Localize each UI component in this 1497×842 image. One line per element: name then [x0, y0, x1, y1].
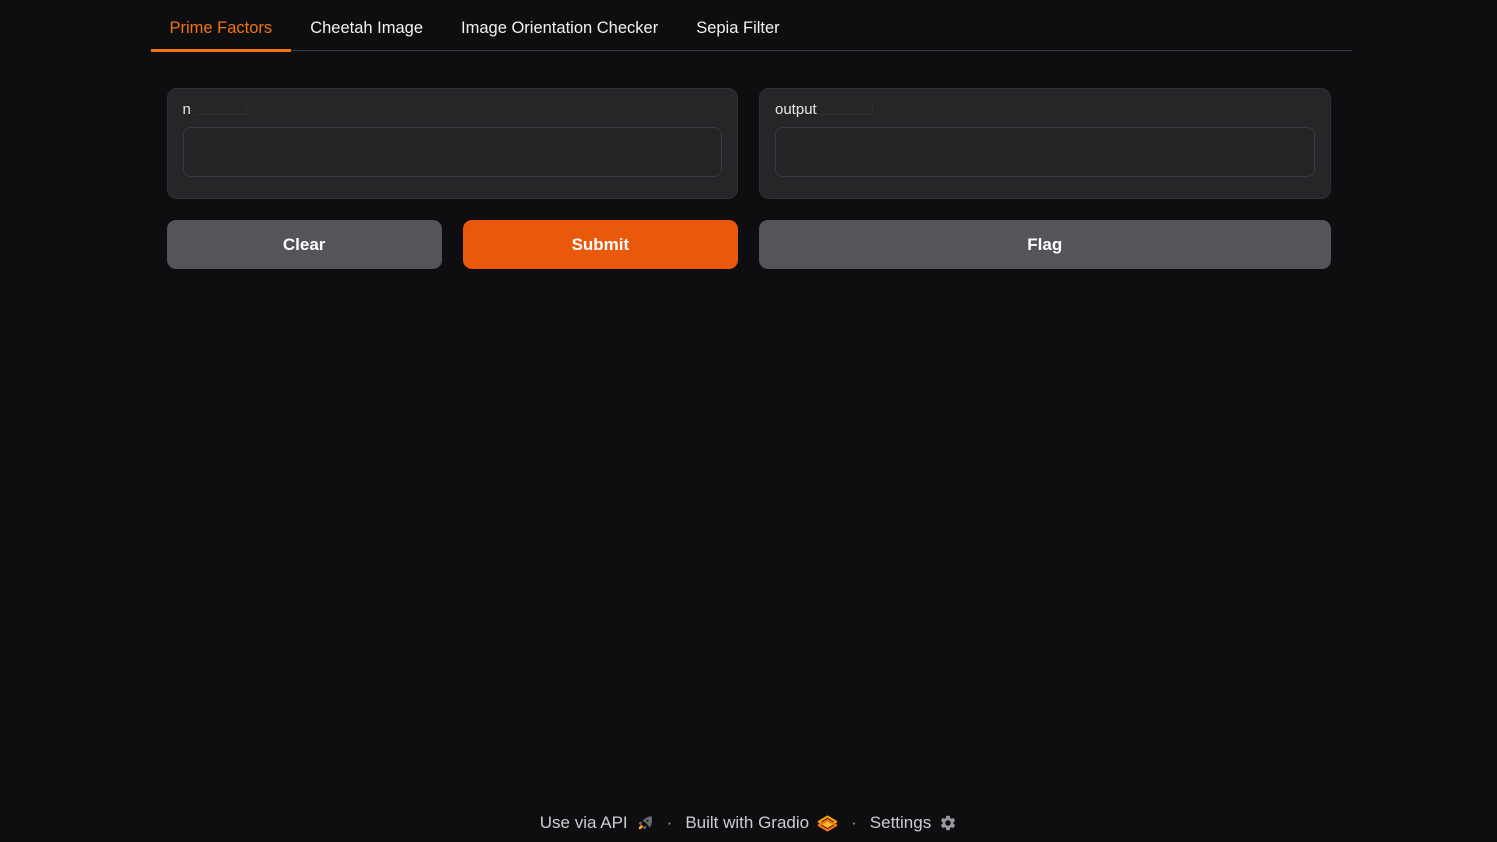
use-via-api-label: Use via API	[540, 813, 628, 833]
label-ghost	[195, 105, 247, 115]
gear-icon	[939, 814, 957, 832]
footer-separator: ·	[663, 813, 677, 833]
built-with-gradio-label: Built with Gradio	[685, 813, 809, 833]
output-field[interactable]	[775, 127, 1315, 177]
n-input[interactable]	[183, 127, 723, 177]
io-row: n output	[167, 88, 1331, 199]
rocket-icon	[636, 814, 654, 832]
clear-button[interactable]: Clear	[167, 220, 442, 269]
input-panel: n	[167, 88, 739, 199]
gradio-app: Prime Factors Cheetah Image Image Orient…	[146, 0, 1352, 269]
flag-group: Flag	[759, 220, 1331, 269]
tab-bar: Prime Factors Cheetah Image Image Orient…	[151, 10, 1352, 51]
submit-button[interactable]: Submit	[463, 220, 738, 269]
tab-prime-factors[interactable]: Prime Factors	[151, 10, 292, 52]
flag-button[interactable]: Flag	[759, 220, 1331, 269]
footer-separator: ·	[847, 813, 861, 833]
tab-image-orientation-checker[interactable]: Image Orientation Checker	[442, 10, 677, 52]
output-panel: output	[759, 88, 1331, 199]
clear-submit-group: Clear Submit	[167, 220, 739, 269]
output-label: output	[775, 101, 1315, 118]
built-with-gradio-link[interactable]: Built with Gradio	[685, 813, 838, 833]
label-ghost	[821, 105, 873, 115]
gradio-logo-icon	[817, 814, 838, 833]
input-label: n	[183, 101, 723, 118]
tab-cheetah-image[interactable]: Cheetah Image	[291, 10, 442, 52]
settings-link[interactable]: Settings	[870, 813, 957, 833]
use-via-api-link[interactable]: Use via API	[540, 813, 654, 833]
action-button-row: Clear Submit Flag	[167, 220, 1331, 269]
tab-panel-prime-factors: n output Clear Submit Flag	[146, 51, 1352, 269]
footer: Use via API · Built with Gradio · Settin…	[0, 813, 1497, 833]
tab-sepia-filter[interactable]: Sepia Filter	[677, 10, 798, 52]
settings-label: Settings	[870, 813, 931, 833]
